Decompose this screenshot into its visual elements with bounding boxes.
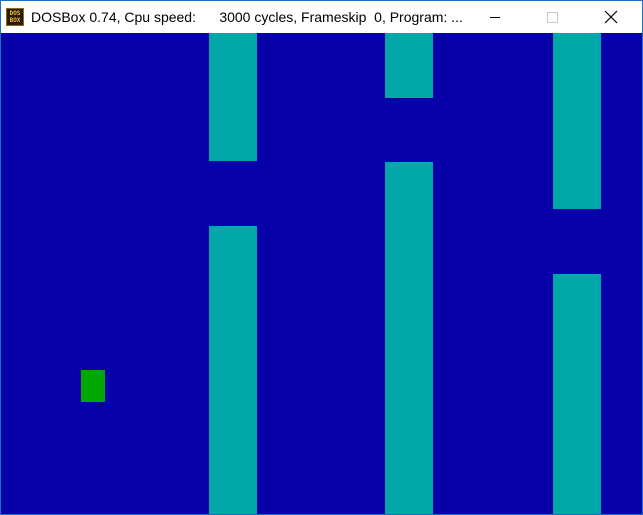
window-title: DOSBox 0.74, Cpu speed: 3000 cycles, Fra… [31,9,463,25]
pipe-top [385,33,433,98]
pipe-top [209,33,257,161]
minimize-button[interactable] [472,1,518,33]
dosbox-icon[interactable]: DOS BOX [6,8,24,26]
game-screen[interactable] [1,33,642,514]
close-button[interactable] [587,1,633,33]
pipe-bottom [553,274,601,514]
pipe-bottom [209,226,257,514]
pipe-top [553,33,601,209]
pipe-bottom [385,162,433,514]
player-sprite [81,370,105,402]
maximize-icon [547,12,558,23]
close-icon [604,10,618,24]
minimize-icon [490,17,500,18]
maximize-button[interactable] [529,1,575,33]
dosbox-window: DOS BOX DOSBox 0.74, Cpu speed: 3000 cycl… [0,0,643,515]
title-bar[interactable]: DOS BOX DOSBox 0.74, Cpu speed: 3000 cycl… [1,1,642,33]
